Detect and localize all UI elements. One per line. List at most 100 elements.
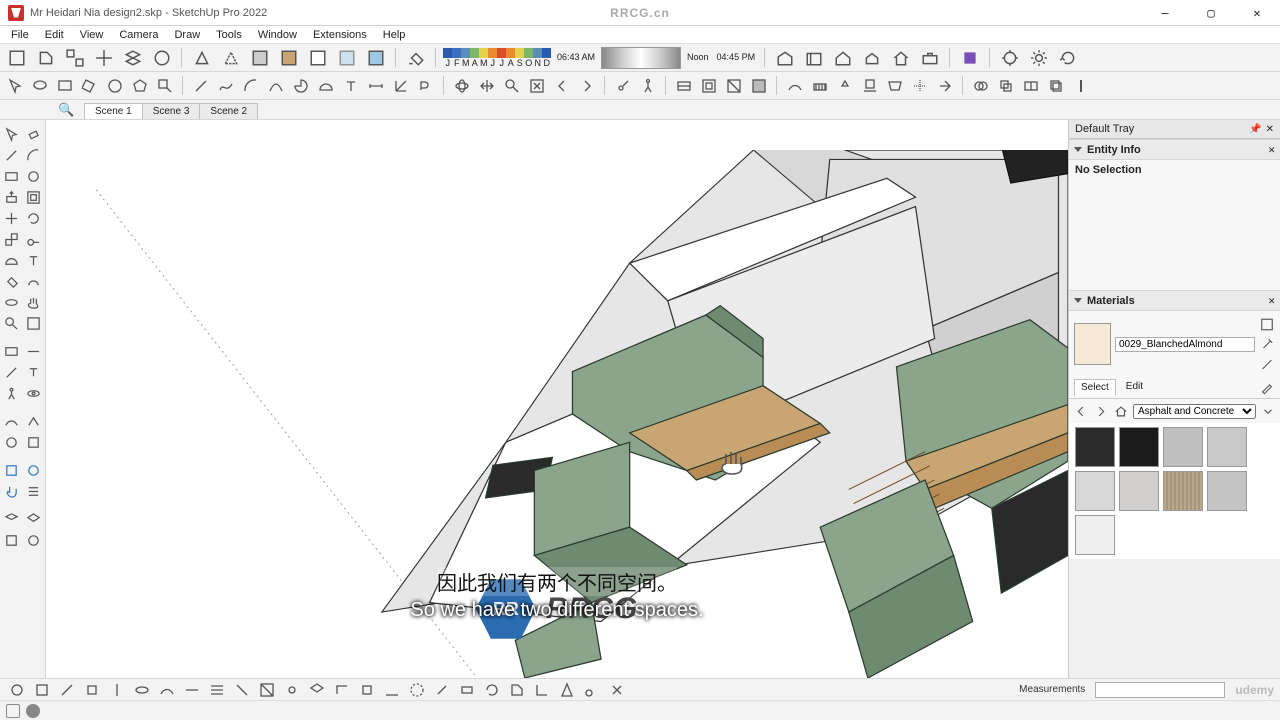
material-default-icon[interactable]: [1259, 356, 1275, 372]
btm-tool-icon[interactable]: [556, 679, 577, 700]
follow-tool-icon[interactable]: [24, 271, 44, 291]
btm-tool-icon[interactable]: [131, 679, 152, 700]
material-thumb[interactable]: [1207, 427, 1247, 467]
menu-tools[interactable]: Tools: [209, 28, 249, 42]
sandbox-smoove-icon[interactable]: [834, 75, 855, 96]
tray-pin-icon[interactable]: 📌: [1249, 124, 1261, 135]
material-library-select[interactable]: Asphalt and Concrete: [1133, 404, 1256, 419]
protractor-tool-icon[interactable]: [2, 250, 22, 270]
menu-camera[interactable]: Camera: [112, 28, 165, 42]
menu-edit[interactable]: Edit: [38, 28, 71, 42]
btm-tool-icon[interactable]: [56, 679, 77, 700]
arc-tool-icon[interactable]: [24, 145, 44, 165]
btm-tool-icon[interactable]: [81, 679, 102, 700]
btm-tool-icon[interactable]: [156, 679, 177, 700]
3dwarehouse-icon[interactable]: [801, 45, 826, 70]
refresh-icon[interactable]: [1055, 45, 1080, 70]
move-tool-icon[interactable]: [2, 208, 22, 228]
orbit-tool-icon[interactable]: [2, 292, 22, 312]
sandbox-tool-b-icon[interactable]: [24, 411, 44, 431]
sandbox-scratch-icon[interactable]: [809, 75, 830, 96]
sandbox-stamp-icon[interactable]: [859, 75, 880, 96]
axes-tool-icon[interactable]: [2, 362, 22, 382]
style-mono-icon[interactable]: [305, 45, 330, 70]
sandbox-drape-icon[interactable]: [884, 75, 905, 96]
select-tool-icon[interactable]: [2, 124, 22, 144]
line-icon[interactable]: [190, 75, 211, 96]
menu-help[interactable]: Help: [376, 28, 413, 42]
text-tool-icon[interactable]: [24, 250, 44, 270]
sandbox-detail-icon[interactable]: [909, 75, 930, 96]
menu-window[interactable]: Window: [251, 28, 304, 42]
rectangle-icon[interactable]: [54, 75, 75, 96]
btm-tool-icon[interactable]: [256, 679, 277, 700]
shadow-month-strip[interactable]: J F M A M J J A S O N D: [443, 48, 551, 68]
polygon-icon[interactable]: [129, 75, 150, 96]
toolbox-icon[interactable]: [917, 45, 942, 70]
scene-tab-1[interactable]: Scene 1: [84, 103, 143, 119]
solid-trim-icon[interactable]: [1020, 75, 1041, 96]
btm-tool-icon[interactable]: [456, 679, 477, 700]
material-swatch[interactable]: [1074, 323, 1111, 365]
material-back-icon[interactable]: [1073, 403, 1089, 419]
outliner-tool-icon[interactable]: [24, 481, 44, 501]
section-cut-icon[interactable]: [723, 75, 744, 96]
pan-tool-icon[interactable]: [24, 292, 44, 312]
3d-viewport[interactable]: RR RRCG 因此我们有两个不同空间。 So we have two diff…: [46, 120, 1068, 678]
material-thumb[interactable]: [1075, 427, 1115, 467]
offset-tool-icon[interactable]: [24, 187, 44, 207]
scene-tab-2[interactable]: Scene 2: [199, 103, 258, 119]
dyn-options-tool-icon[interactable]: [24, 460, 44, 480]
shadow-time-slider[interactable]: [601, 47, 681, 69]
solid-union-icon[interactable]: [970, 75, 991, 96]
layers-icon[interactable]: [120, 45, 145, 70]
layer-tool-icon[interactable]: [2, 509, 22, 529]
component-new-icon[interactable]: [4, 45, 29, 70]
geo-location-icon[interactable]: [997, 45, 1022, 70]
interact-tool-icon[interactable]: [2, 481, 22, 501]
position-camera-icon[interactable]: [612, 75, 633, 96]
measurements-input[interactable]: [1095, 682, 1225, 698]
lasso-icon[interactable]: [29, 75, 50, 96]
btm-tool-icon[interactable]: [6, 679, 27, 700]
circle-tool-icon[interactable]: [24, 166, 44, 186]
rotate-tool-icon[interactable]: [24, 208, 44, 228]
isolate-icon[interactable]: [149, 45, 174, 70]
zoom-extents-icon[interactable]: [526, 75, 547, 96]
sandbox-tool-a-icon[interactable]: [2, 411, 22, 431]
menu-file[interactable]: File: [4, 28, 36, 42]
style-hidden-icon[interactable]: [218, 45, 243, 70]
eraser-tool-icon[interactable]: [24, 124, 44, 144]
material-thumb[interactable]: [1163, 471, 1203, 511]
select-icon[interactable]: [4, 75, 25, 96]
material-sample-icon[interactable]: [1259, 379, 1275, 395]
explode-icon[interactable]: [91, 45, 116, 70]
btm-tool-icon[interactable]: [431, 679, 452, 700]
zoom-window-icon[interactable]: [154, 75, 175, 96]
btm-tool-icon[interactable]: [356, 679, 377, 700]
material-thumb[interactable]: [1119, 427, 1159, 467]
scene-tab-3[interactable]: Scene 3: [142, 103, 201, 119]
scene-search-icon[interactable]: 🔍: [58, 102, 74, 118]
maximize-button[interactable]: ▢: [1188, 0, 1234, 26]
btm-tool-icon[interactable]: [231, 679, 252, 700]
material-menu-icon[interactable]: [1260, 403, 1276, 419]
btm-tool-icon[interactable]: [606, 679, 627, 700]
dimensions-icon[interactable]: [365, 75, 386, 96]
solid-intersect-icon[interactable]: [1045, 75, 1066, 96]
section-fill-icon[interactable]: [748, 75, 769, 96]
material-home-icon[interactable]: [1113, 403, 1129, 419]
warehouse-icon[interactable]: [772, 45, 797, 70]
style-wireframe-icon[interactable]: [189, 45, 214, 70]
look-tool-icon[interactable]: [24, 383, 44, 403]
next-view-icon[interactable]: [576, 75, 597, 96]
material-thumb[interactable]: [1163, 427, 1203, 467]
section-display-icon[interactable]: [698, 75, 719, 96]
btm-tool-icon[interactable]: [281, 679, 302, 700]
circle-icon[interactable]: [104, 75, 125, 96]
zoom-ext-tool-icon[interactable]: [24, 313, 44, 333]
style-shaded-icon[interactable]: [247, 45, 272, 70]
prev-view-icon[interactable]: [551, 75, 572, 96]
3dtext-icon[interactable]: [415, 75, 436, 96]
material-thumb[interactable]: [1075, 515, 1115, 555]
